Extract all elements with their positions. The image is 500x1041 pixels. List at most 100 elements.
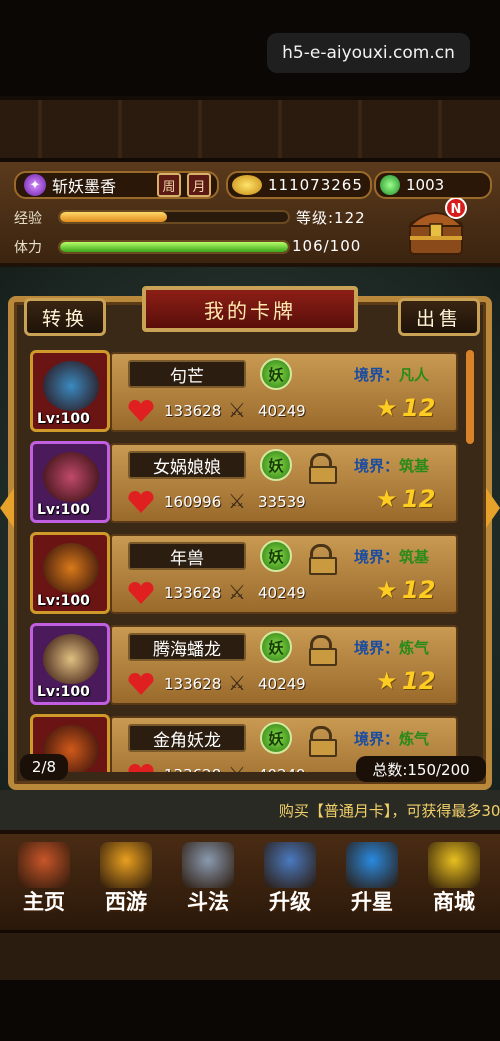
crossed-swords-icon: ⚔ xyxy=(228,580,246,604)
hero-stars: 12 xyxy=(402,394,436,422)
hero-hp: 133628 xyxy=(164,675,222,693)
realm-label: 境界： xyxy=(354,639,400,657)
faction-yao-icon: 妖 xyxy=(260,722,292,754)
nav-item[interactable]: 西游 xyxy=(86,838,166,928)
player-name-box[interactable]: ✦ 斩妖墨香 周 月 xyxy=(14,171,219,199)
realm-label: 境界： xyxy=(354,548,400,566)
realm-label: 境界： xyxy=(354,730,400,748)
list-scrollbar[interactable] xyxy=(466,350,474,444)
hero-portrait[interactable]: Lv:100 xyxy=(30,623,110,705)
treasure-chest-icon[interactable]: N xyxy=(404,198,468,258)
promo-marquee[interactable]: 购买【普通月卡】，可获得最多300 xyxy=(0,790,500,830)
card-row[interactable]: Lv:100 句芒妖 境界：凡人 133628 ⚔ 40249 ★ 12 xyxy=(26,348,460,436)
star-icon: ★ xyxy=(376,485,398,513)
realm: 境界：炼气 xyxy=(354,637,429,658)
card-row[interactable]: Lv:100 腾海蟠龙妖 境界：炼气 133628 ⚔ 40249 ★ 12 xyxy=(26,621,460,709)
top-wood-banner xyxy=(0,96,500,162)
card-info: 腾海蟠龙妖 境界：炼气 133628 ⚔ 40249 ★ 12 xyxy=(110,625,458,705)
swords-icon xyxy=(182,842,234,888)
bottom-filler xyxy=(0,980,500,1041)
realm: 境界：凡人 xyxy=(354,364,429,385)
hero-attack: 40249 xyxy=(258,584,306,602)
hero-name: 腾海蟠龙 xyxy=(128,633,246,661)
stamina-fill xyxy=(60,242,288,252)
star-icon: ★ xyxy=(376,576,398,604)
card-info: 句芒妖 境界：凡人 133628 ⚔ 40249 ★ 12 xyxy=(110,352,458,432)
monthly-card-badge[interactable]: 月 xyxy=(187,173,211,197)
card-info: 年兽妖 境界：筑基 133628 ⚔ 40249 ★ 12 xyxy=(110,534,458,614)
stamina-label: 体力 xyxy=(14,240,42,256)
nav-item[interactable]: 主页 xyxy=(4,838,84,928)
hero-stars: 12 xyxy=(402,485,436,513)
nav-label: 斗法 xyxy=(187,890,229,914)
gem-counter: 1003 xyxy=(374,171,492,199)
url-text: h5-e-aiyouxi.com.cn xyxy=(282,43,455,63)
nav-item[interactable]: 商城 xyxy=(414,838,494,928)
hero-face-icon xyxy=(43,361,99,411)
player-name: 斩妖墨香 xyxy=(52,177,117,196)
realm-label: 境界： xyxy=(354,366,400,384)
faction-yao-icon: 妖 xyxy=(260,631,292,663)
hero-portrait[interactable]: Lv:100 xyxy=(30,532,110,614)
nav-label: 升星 xyxy=(351,890,393,914)
faction-yao-icon: 妖 xyxy=(260,449,292,481)
swap-button[interactable]: 转换 xyxy=(24,298,106,336)
hero-level: Lv:100 xyxy=(37,502,90,518)
card-row[interactable]: Lv:100 女娲娘娘妖 境界：筑基 160996 ⚔ 33539 ★ 12 xyxy=(26,439,460,527)
gold-value: 111073265 xyxy=(268,176,363,194)
wand-icon: ✦ xyxy=(24,174,46,196)
crossed-swords-icon: ⚔ xyxy=(228,762,252,772)
hero-face-icon xyxy=(43,634,99,684)
hero-attack: 40249 xyxy=(258,675,306,693)
faction-yao-icon: 妖 xyxy=(260,540,292,572)
weekly-card-badge[interactable]: 周 xyxy=(157,173,181,197)
heart-icon xyxy=(128,673,154,695)
panel-title: 我的卡牌 xyxy=(204,298,296,323)
card-row[interactable]: Lv:100 年兽妖 境界：筑基 133628 ⚔ 40249 ★ 12 xyxy=(26,530,460,618)
hero-level: Lv:100 xyxy=(37,411,90,427)
hero-hp: 160996 xyxy=(164,493,222,511)
hero-name: 女娲娘娘 xyxy=(128,451,246,479)
gold-ingot-icon xyxy=(428,842,480,888)
card-total: 总数:150/200 xyxy=(356,756,486,782)
nav-item[interactable]: 升级 xyxy=(250,838,330,928)
hero-level: Lv:100 xyxy=(37,684,90,700)
faction-yao-icon: 妖 xyxy=(260,358,292,390)
gold-counter: 111073265 xyxy=(226,171,372,199)
heart-icon xyxy=(128,491,154,513)
player-hud: ✦ 斩妖墨香 周 月 111073265 1003 经验 等级:122 体力 1… xyxy=(0,162,500,267)
sell-button[interactable]: 出售 xyxy=(398,298,480,336)
hero-portrait[interactable]: Lv:100 xyxy=(30,441,110,523)
gem-value: 1003 xyxy=(406,176,445,194)
page-indicator: 2/8 xyxy=(20,754,68,780)
realm: 境界：筑基 xyxy=(354,455,429,476)
nav-label: 西游 xyxy=(105,890,147,914)
exp-label: 经验 xyxy=(14,211,42,227)
realm-value: 炼气 xyxy=(399,730,430,748)
star-icon: ★ xyxy=(376,394,398,422)
hero-hp: 133628 xyxy=(164,584,222,602)
bottom-wood-strip xyxy=(0,930,500,980)
hero-portrait[interactable]: Lv:100 xyxy=(30,350,110,432)
level-text: 等级:122 xyxy=(296,209,366,227)
gem-icon xyxy=(380,175,400,195)
nav-item[interactable]: 升星 xyxy=(332,838,412,928)
lock-icon[interactable] xyxy=(309,453,337,484)
lock-icon[interactable] xyxy=(309,726,337,757)
crossed-swords-icon: ⚔ xyxy=(228,671,246,695)
exp-bar xyxy=(58,210,290,224)
hero-level: Lv:100 xyxy=(37,593,90,609)
crown-icon xyxy=(100,842,152,888)
lock-icon[interactable] xyxy=(309,544,337,575)
heart-icon xyxy=(128,764,154,772)
realm: 境界：筑基 xyxy=(354,546,429,567)
hero-stars: 12 xyxy=(402,576,436,604)
card-list[interactable]: Lv:100 句芒妖境界：凡人 133628 ⚔ 40249 ★ 12 Lv:100 女娲娘娘妖… xyxy=(26,348,464,772)
hero-hp: 133628 xyxy=(164,766,221,772)
crossed-swords-icon: ⚔ xyxy=(228,489,246,513)
nav-item[interactable]: 斗法 xyxy=(168,838,248,928)
book-icon xyxy=(264,842,316,888)
url-bar[interactable]: h5-e-aiyouxi.com.cn xyxy=(267,33,470,73)
lock-icon[interactable] xyxy=(309,635,337,666)
realm-value: 炼气 xyxy=(399,639,430,657)
